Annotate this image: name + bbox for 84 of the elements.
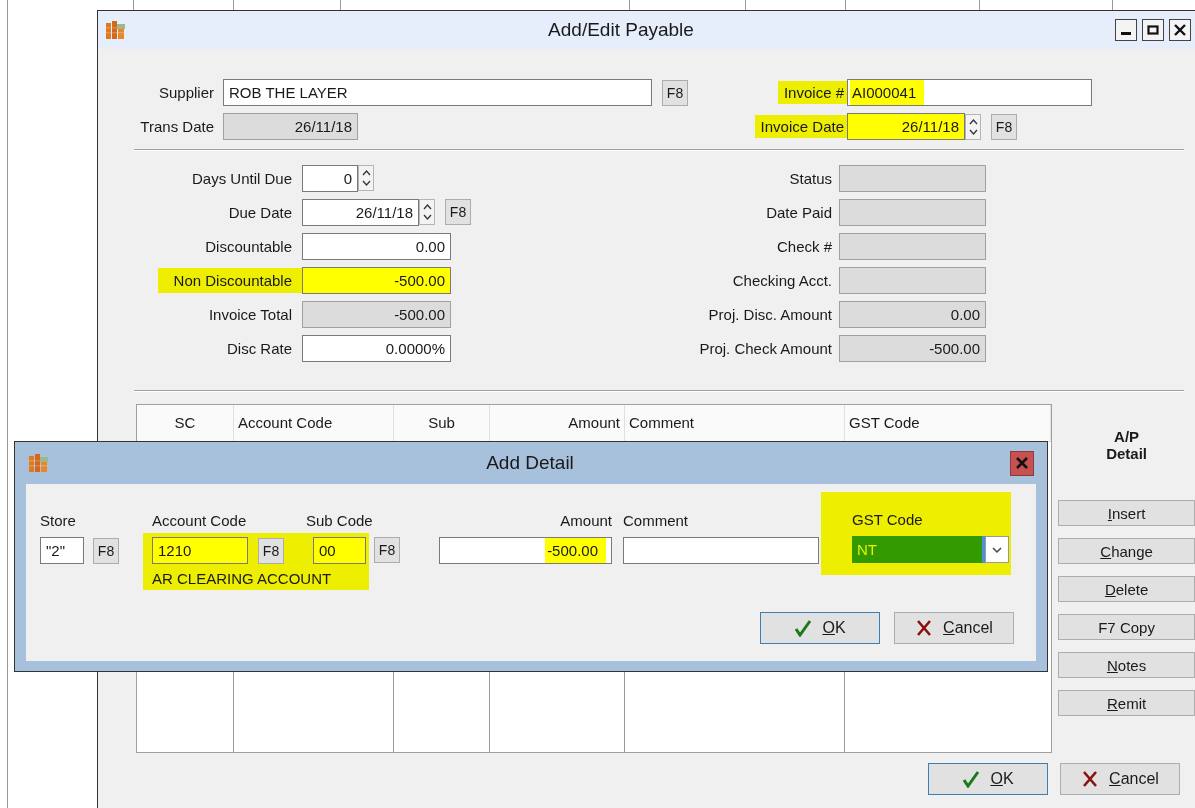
action-button[interactable]: Insert [1058,500,1195,526]
check-icon [794,619,813,637]
input-field[interactable]: -500.00 [439,537,612,564]
input-field[interactable]: -500.00 [302,266,451,294]
field-label: Trans Date [139,117,215,137]
field-label: Due Date [227,202,293,223]
ok-button[interactable]: OK [760,612,880,644]
field-label: Proj. Check Amount [698,338,833,359]
field-label: Invoice Date [754,115,847,138]
field-label: Checking Acct. [731,270,833,291]
chevron-down-icon [991,544,1003,555]
lookup-button[interactable]: F8 [374,537,400,563]
field-label: Days Until Due [190,168,293,189]
minimize-icon [1121,31,1131,35]
check-icon [962,770,981,788]
action-button[interactable]: Delete [1058,576,1195,602]
close-button[interactable] [1169,19,1191,41]
field-label: Comment [623,512,690,530]
column-header: Comment [625,405,845,442]
spinner-control[interactable] [419,199,435,225]
cross-icon [915,619,934,637]
action-button[interactable]: Notes [1058,652,1195,678]
column-header: Account Code [234,405,394,442]
lookup-button[interactable]: F8 [93,537,119,564]
lookup-button[interactable]: F8 [662,79,688,106]
dialog-title: Add Detail [485,452,575,474]
field-label: Proj. Disc. Amount [707,304,833,325]
input-field[interactable]: ROB THE LAYER [223,79,652,106]
action-button[interactable]: F7 Copy [1058,614,1195,640]
field-label: GST Code [852,511,924,529]
input-field[interactable]: 0.0000% [302,334,451,362]
close-icon [1015,456,1029,470]
field-label: Status [788,168,833,189]
field-label: Store [40,512,77,530]
action-button[interactable]: Remit [1058,690,1195,716]
field-label: Check # [775,236,833,257]
field-label: Discountable [204,236,293,257]
field-label: Date Paid [765,202,833,223]
readonly-field: 26/11/18 [223,113,358,140]
input-field[interactable]: 0 [302,164,358,192]
field-label: Disc Rate [225,338,293,359]
field-label: Sub Code [306,512,373,530]
field-label: Supplier [157,83,215,103]
cancel-button[interactable]: Cancel [1060,763,1180,795]
coins-icon [105,19,127,41]
minimize-button[interactable] [1115,19,1137,41]
input-field[interactable]: 26/11/18 [847,113,965,140]
input-field[interactable]: AI000041 [847,79,1092,106]
input-field[interactable]: 26/11/18 [302,198,419,226]
close-icon [1173,23,1187,37]
readonly-field: 0.00 [839,300,986,328]
input-field[interactable] [623,537,819,564]
cross-icon [1081,770,1100,788]
cancel-button[interactable]: Cancel [894,612,1014,644]
maximize-icon [1146,23,1160,37]
lookup-button[interactable]: F8 [258,537,284,564]
column-header: Amount [490,405,625,442]
close-button[interactable] [1010,450,1034,476]
lookup-button[interactable]: F8 [445,199,471,225]
coins-icon [28,452,50,474]
window-title: Add/Edit Payable [547,19,695,41]
ok-button[interactable]: OK [928,763,1048,795]
spinner-control[interactable] [358,165,374,191]
maximize-button[interactable] [1142,19,1164,41]
dropdown-button[interactable] [985,536,1009,563]
lookup-button[interactable]: F8 [991,113,1017,140]
readonly-field: -500.00 [302,300,451,328]
column-header: GST Code [845,405,1052,442]
field-label: Invoice Total [207,304,293,325]
action-button[interactable]: Change [1058,538,1195,564]
panel-title: A/P Detail [1105,428,1148,462]
field-label: Non Discountable [157,267,302,293]
field-label: Account Code [151,512,248,530]
column-header: SC [137,405,234,442]
input-field[interactable]: "2" [40,537,84,564]
account-name: AR CLEARING ACCOUNT [152,570,333,587]
readonly-field: -500.00 [839,334,986,362]
column-header: Sub [394,405,490,442]
input-field[interactable]: 1210 [152,537,248,564]
input-field[interactable]: 00 [313,537,366,564]
input-field[interactable]: 0.00 [302,232,451,260]
field-label: Invoice # [777,81,847,104]
spinner-control[interactable] [965,113,981,140]
field-label: Amount [560,512,612,530]
